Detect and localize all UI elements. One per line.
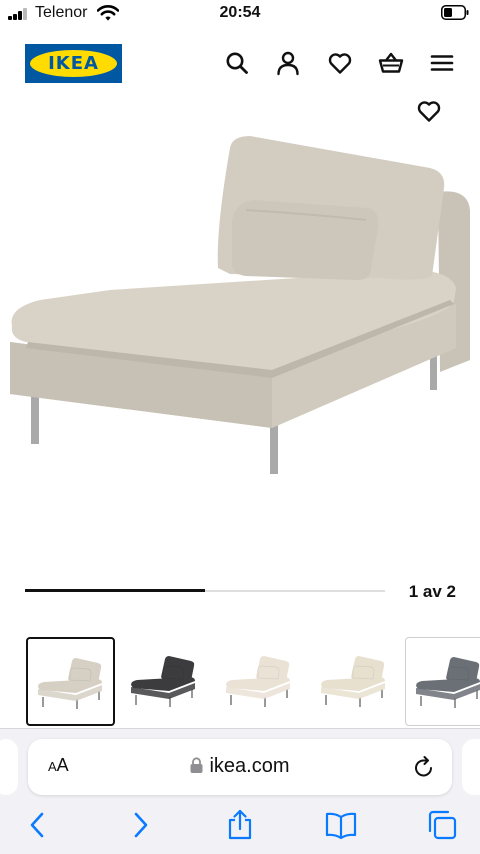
back-icon[interactable] — [22, 809, 54, 841]
bookmarks-icon[interactable] — [325, 809, 357, 841]
share-icon[interactable] — [224, 809, 256, 841]
battery-icon — [441, 5, 469, 20]
forward-icon[interactable] — [124, 809, 156, 841]
logo-text: IKEA — [48, 53, 99, 74]
thumbnail-blue-grey[interactable] — [405, 637, 480, 726]
previous-tab-preview[interactable] — [0, 739, 18, 795]
browser-bar: AA ikea.com — [0, 728, 480, 854]
reload-icon[interactable] — [412, 755, 436, 779]
ikea-logo[interactable]: IKEA — [25, 44, 122, 83]
menu-icon[interactable] — [429, 50, 455, 76]
carousel-page-counter: 1 av 2 — [408, 582, 456, 601]
next-tab-preview[interactable] — [462, 739, 480, 795]
account-icon[interactable] — [275, 50, 301, 76]
cart-icon[interactable] — [378, 50, 404, 76]
url-text: ikea.com — [209, 755, 290, 777]
wishlist-icon[interactable] — [327, 50, 353, 76]
thumbnail-sofa-image — [321, 656, 385, 707]
status-bar: Telenor 20:54 — [0, 0, 480, 28]
thumbnail-sofa-image — [131, 656, 195, 707]
thumbnail-sofa-image — [416, 657, 480, 708]
thumbnail-beige[interactable] — [26, 637, 115, 726]
heart-icon[interactable] — [416, 98, 442, 124]
thumbnail-dark-grey[interactable] — [121, 637, 210, 726]
thumbnail-light-beige[interactable] — [216, 637, 305, 726]
thumbnail-cream[interactable] — [311, 637, 400, 726]
thumbnail-sofa-image — [38, 658, 102, 709]
carousel-progress-fill — [25, 589, 205, 592]
address-bar[interactable]: AA ikea.com — [28, 739, 452, 795]
product-image[interactable] — [0, 128, 480, 488]
variant-thumbnails — [0, 637, 480, 729]
search-icon[interactable] — [224, 50, 250, 76]
tabs-icon[interactable] — [426, 809, 458, 841]
carousel-progress[interactable] — [25, 589, 385, 592]
status-time: 20:54 — [219, 4, 261, 21]
thumbnail-sofa-image — [226, 656, 290, 707]
site-header: IKEA — [0, 36, 480, 92]
lock-icon — [190, 756, 203, 773]
